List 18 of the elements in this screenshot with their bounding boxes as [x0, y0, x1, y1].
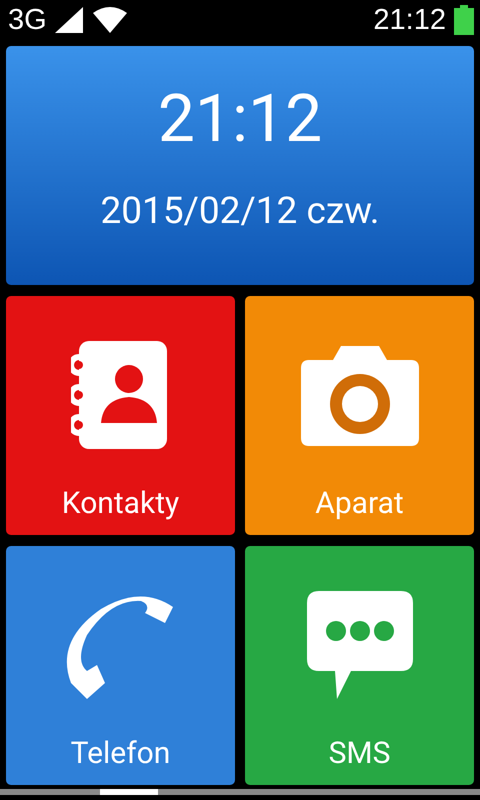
tile-label: Aparat [315, 486, 404, 521]
app-tile[interactable]: Aparat [245, 296, 474, 535]
wifi-icon [92, 7, 127, 33]
clock-widget[interactable]: 21:12 2015/02/12 czw. [6, 46, 474, 285]
camera-icon [300, 346, 418, 446]
signal-icon [54, 7, 85, 33]
message-bubble-icon [306, 591, 412, 701]
tile-label: SMS [328, 736, 390, 771]
app-tile[interactable]: SMS [245, 546, 474, 785]
tile-label: Kontakty [62, 486, 180, 521]
clock-time: 21:12 [373, 4, 446, 36]
app-tile[interactable]: Kontakty [6, 296, 235, 535]
clock-time: 21:12 [158, 80, 322, 160]
app-tile[interactable]: Telefon [6, 546, 235, 785]
tile-label: Telefon [70, 736, 170, 771]
date-text: 2015/02/12 czw. [100, 190, 380, 233]
battery-icon [454, 5, 474, 35]
network-type: 3G [8, 4, 47, 36]
